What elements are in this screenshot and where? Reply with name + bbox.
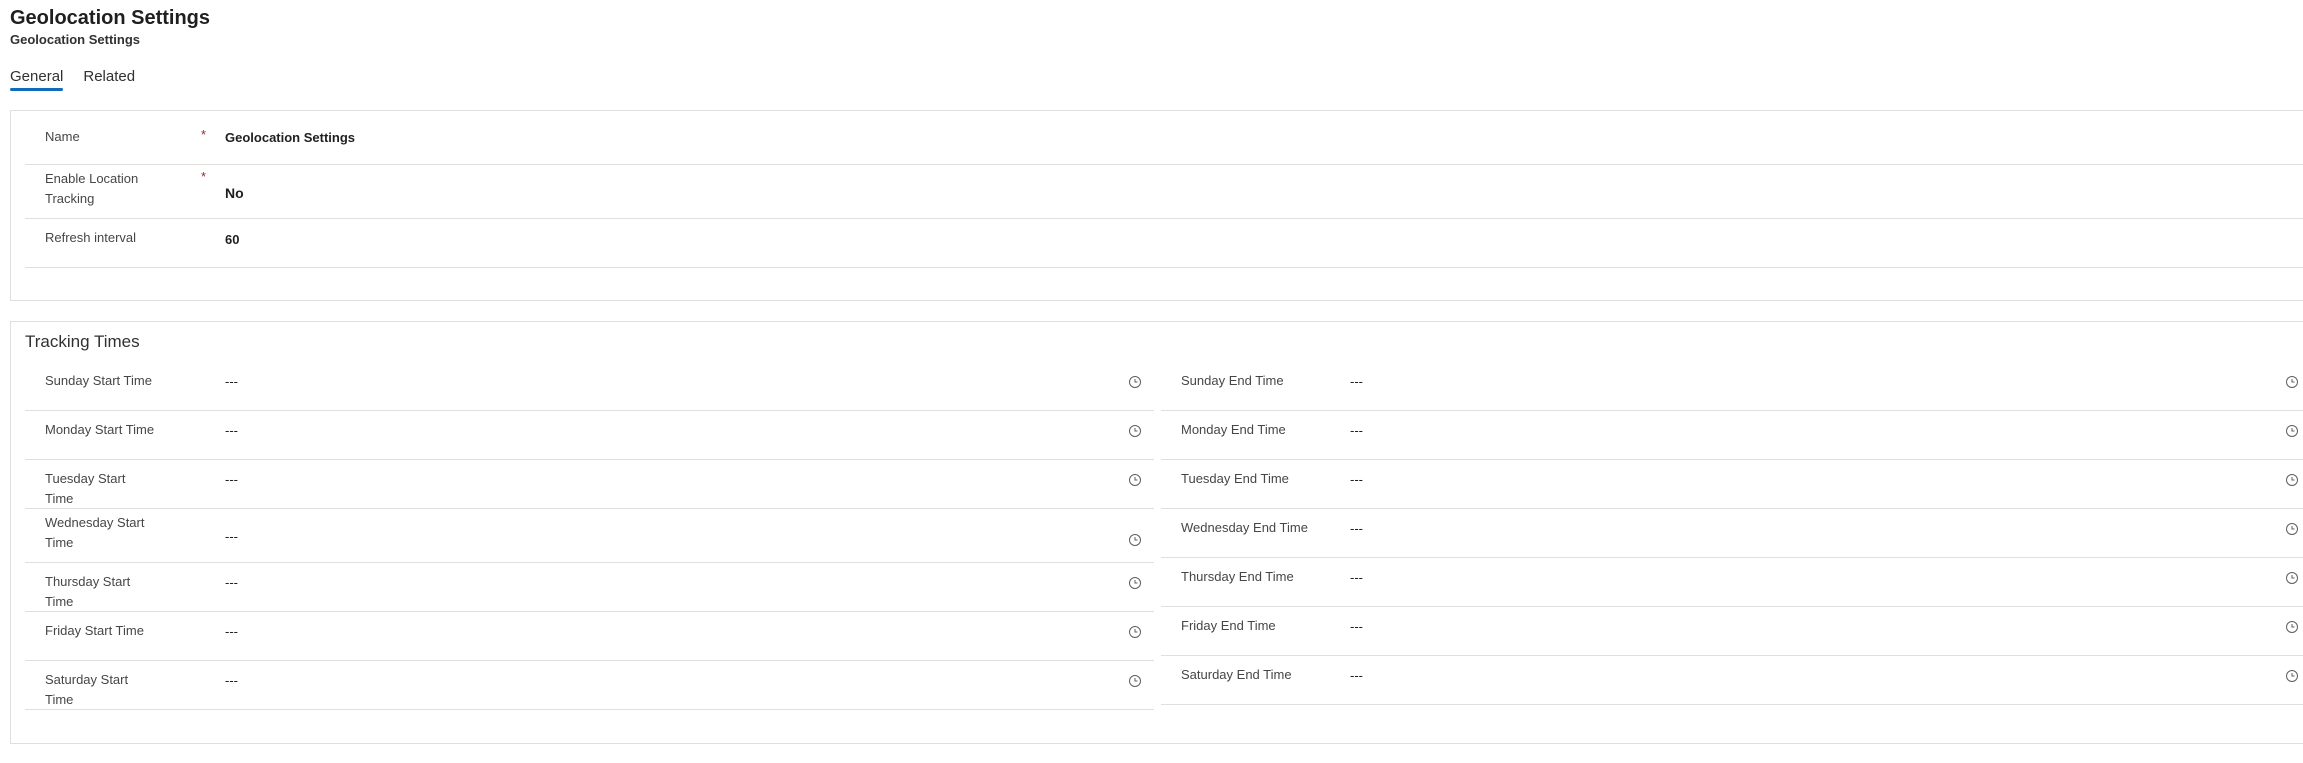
refresh-interval-row: Refresh interval 60 bbox=[25, 219, 2303, 268]
clock-icon[interactable] bbox=[2285, 620, 2299, 634]
time-input[interactable]: --- bbox=[1350, 570, 1363, 585]
time-input[interactable]: --- bbox=[225, 423, 238, 438]
time-input[interactable]: --- bbox=[225, 673, 238, 688]
tab-related[interactable]: Related bbox=[83, 68, 135, 91]
refresh-interval-field[interactable]: 60 bbox=[225, 232, 239, 247]
refresh-interval-label: Refresh interval bbox=[45, 230, 137, 245]
time-input[interactable]: --- bbox=[225, 529, 238, 544]
time-input[interactable]: --- bbox=[1350, 668, 1363, 683]
time-label: Sunday Start Time bbox=[45, 373, 152, 388]
time-label: Wednesday Start Time bbox=[45, 515, 145, 550]
time-label: Thursday Start Time bbox=[45, 574, 131, 609]
start-time-row: Monday Start Time --- bbox=[25, 411, 1154, 460]
tracking-times-section: Tracking Times Sunday Start Time --- Monda… bbox=[10, 321, 2303, 744]
name-label: Name bbox=[45, 129, 80, 144]
clock-icon[interactable] bbox=[1128, 576, 1142, 590]
start-time-row: Wednesday Start Time --- bbox=[25, 509, 1154, 563]
time-label: Tuesday Start Time bbox=[45, 471, 126, 506]
clock-icon[interactable] bbox=[1128, 674, 1142, 688]
time-input[interactable]: --- bbox=[1350, 521, 1363, 536]
page-header: Geolocation Settings Geolocation Setting… bbox=[10, 6, 210, 48]
clock-icon[interactable] bbox=[1128, 533, 1142, 547]
time-input[interactable]: --- bbox=[1350, 472, 1363, 487]
end-time-row: Sunday End Time --- bbox=[1161, 362, 2303, 411]
time-label: Tuesday End Time bbox=[1181, 471, 1289, 486]
time-label: Monday End Time bbox=[1181, 422, 1286, 437]
name-field[interactable]: Geolocation Settings bbox=[225, 130, 355, 145]
clock-icon[interactable] bbox=[2285, 375, 2299, 389]
end-time-row: Tuesday End Time --- bbox=[1161, 460, 2303, 509]
end-time-row: Wednesday End Time --- bbox=[1161, 509, 2303, 558]
required-marker: * bbox=[201, 169, 207, 184]
page-title: Geolocation Settings bbox=[10, 7, 211, 29]
time-label: Friday Start Time bbox=[45, 623, 144, 638]
tab-general[interactable]: General bbox=[10, 68, 64, 91]
name-row: Name * Geolocation Settings bbox=[25, 111, 2303, 165]
clock-icon[interactable] bbox=[1128, 625, 1142, 639]
end-time-row: Saturday End Time --- bbox=[1161, 656, 2303, 705]
end-time-row: Monday End Time --- bbox=[1161, 411, 2303, 460]
start-time-row: Friday Start Time --- bbox=[25, 612, 1154, 661]
clock-icon[interactable] bbox=[1128, 375, 1142, 389]
time-input[interactable]: --- bbox=[1350, 423, 1363, 438]
time-input[interactable]: --- bbox=[1350, 619, 1363, 634]
start-time-row: Sunday Start Time --- bbox=[25, 362, 1154, 411]
time-input[interactable]: --- bbox=[1350, 374, 1363, 389]
general-section: Name * Geolocation Settings Enable Locat… bbox=[10, 110, 2303, 301]
required-marker: * bbox=[201, 127, 207, 142]
clock-icon[interactable] bbox=[2285, 424, 2299, 438]
location-tracking-label: Enable Location Tracking bbox=[45, 171, 139, 206]
location-tracking-row: Enable Location Tracking * No bbox=[25, 165, 2303, 219]
clock-icon[interactable] bbox=[2285, 473, 2299, 487]
start-time-row: Tuesday Start Time --- bbox=[25, 460, 1154, 509]
time-label: Friday End Time bbox=[1181, 618, 1276, 633]
clock-icon[interactable] bbox=[2285, 522, 2299, 536]
location-tracking-field[interactable]: No bbox=[225, 185, 244, 201]
section-title: Tracking Times bbox=[25, 332, 140, 351]
time-label: Wednesday End Time bbox=[1181, 520, 1308, 535]
time-label: Thursday End Time bbox=[1181, 569, 1294, 584]
time-input[interactable]: --- bbox=[225, 374, 238, 389]
clock-icon[interactable] bbox=[2285, 669, 2299, 683]
time-input[interactable]: --- bbox=[225, 624, 238, 639]
tab-list: General Related bbox=[10, 68, 135, 91]
clock-icon[interactable] bbox=[1128, 424, 1142, 438]
start-time-row: Thursday Start Time --- bbox=[25, 563, 1154, 612]
time-label: Saturday End Time bbox=[1181, 667, 1292, 682]
start-time-row: Saturday Start Time --- bbox=[25, 661, 1154, 710]
time-label: Monday Start Time bbox=[45, 422, 155, 437]
clock-icon[interactable] bbox=[2285, 571, 2299, 585]
clock-icon[interactable] bbox=[1128, 473, 1142, 487]
time-input[interactable]: --- bbox=[225, 575, 238, 590]
end-time-row: Thursday End Time --- bbox=[1161, 558, 2303, 607]
end-time-row: Friday End Time --- bbox=[1161, 607, 2303, 656]
time-label: Sunday End Time bbox=[1181, 373, 1284, 388]
time-input[interactable]: --- bbox=[225, 472, 238, 487]
time-label: Saturday Start Time bbox=[45, 672, 129, 707]
page-subtitle: Geolocation Settings bbox=[10, 32, 141, 47]
